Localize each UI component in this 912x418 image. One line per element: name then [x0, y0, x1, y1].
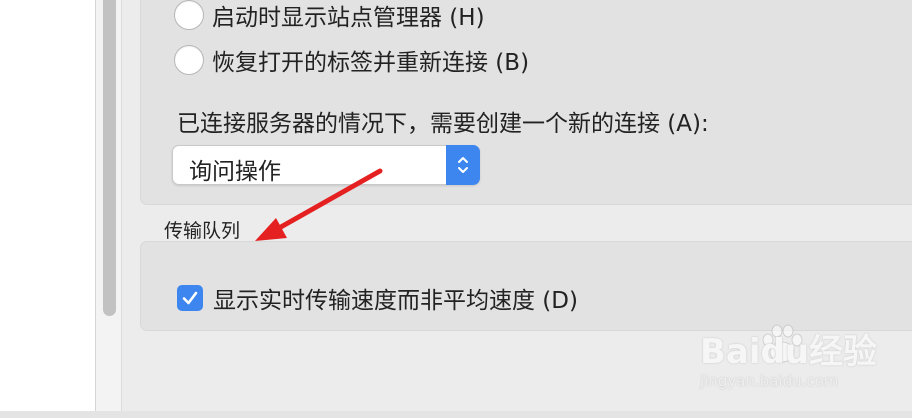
show-site-manager-option[interactable]: 启动时显示站点管理器 (H)	[174, 0, 485, 32]
window-bottom-edge	[0, 411, 912, 418]
realtime-speed-checkbox[interactable]	[177, 285, 203, 311]
watermark-url: jingyan.baidu.com	[700, 372, 839, 390]
restore-tabs-label: 恢复打开的标签并重新连接 (B)	[212, 50, 530, 76]
show-site-manager-radio[interactable]	[174, 0, 204, 30]
left-pane	[0, 0, 96, 418]
show-site-manager-label: 启动时显示站点管理器 (H)	[212, 5, 485, 31]
new-connection-select[interactable]: 询问操作	[172, 145, 480, 185]
restore-tabs-radio[interactable]	[174, 45, 204, 75]
realtime-speed-option[interactable]: 显示实时传输速度而非平均速度 (D)	[177, 281, 578, 315]
scrollbar-thumb[interactable]	[103, 0, 116, 316]
checkmark-icon	[182, 291, 198, 305]
baidu-watermark: Baidu经验 jingyan.baidu.com	[700, 318, 877, 398]
restore-tabs-option[interactable]: 恢复打开的标签并重新连接 (B)	[174, 43, 529, 77]
select-stepper[interactable]	[446, 145, 480, 185]
realtime-speed-label: 显示实时传输速度而非平均速度 (D)	[213, 288, 578, 314]
select-value: 询问操作	[189, 159, 281, 185]
new-connection-label: 已连接服务器的情况下，需要创建一个新的连接 (A):	[177, 111, 709, 137]
chevron-up-down-icon	[458, 157, 468, 173]
watermark-brand: Baidu经验	[700, 332, 878, 372]
transfer-queue-title: 传输队列	[164, 220, 241, 242]
